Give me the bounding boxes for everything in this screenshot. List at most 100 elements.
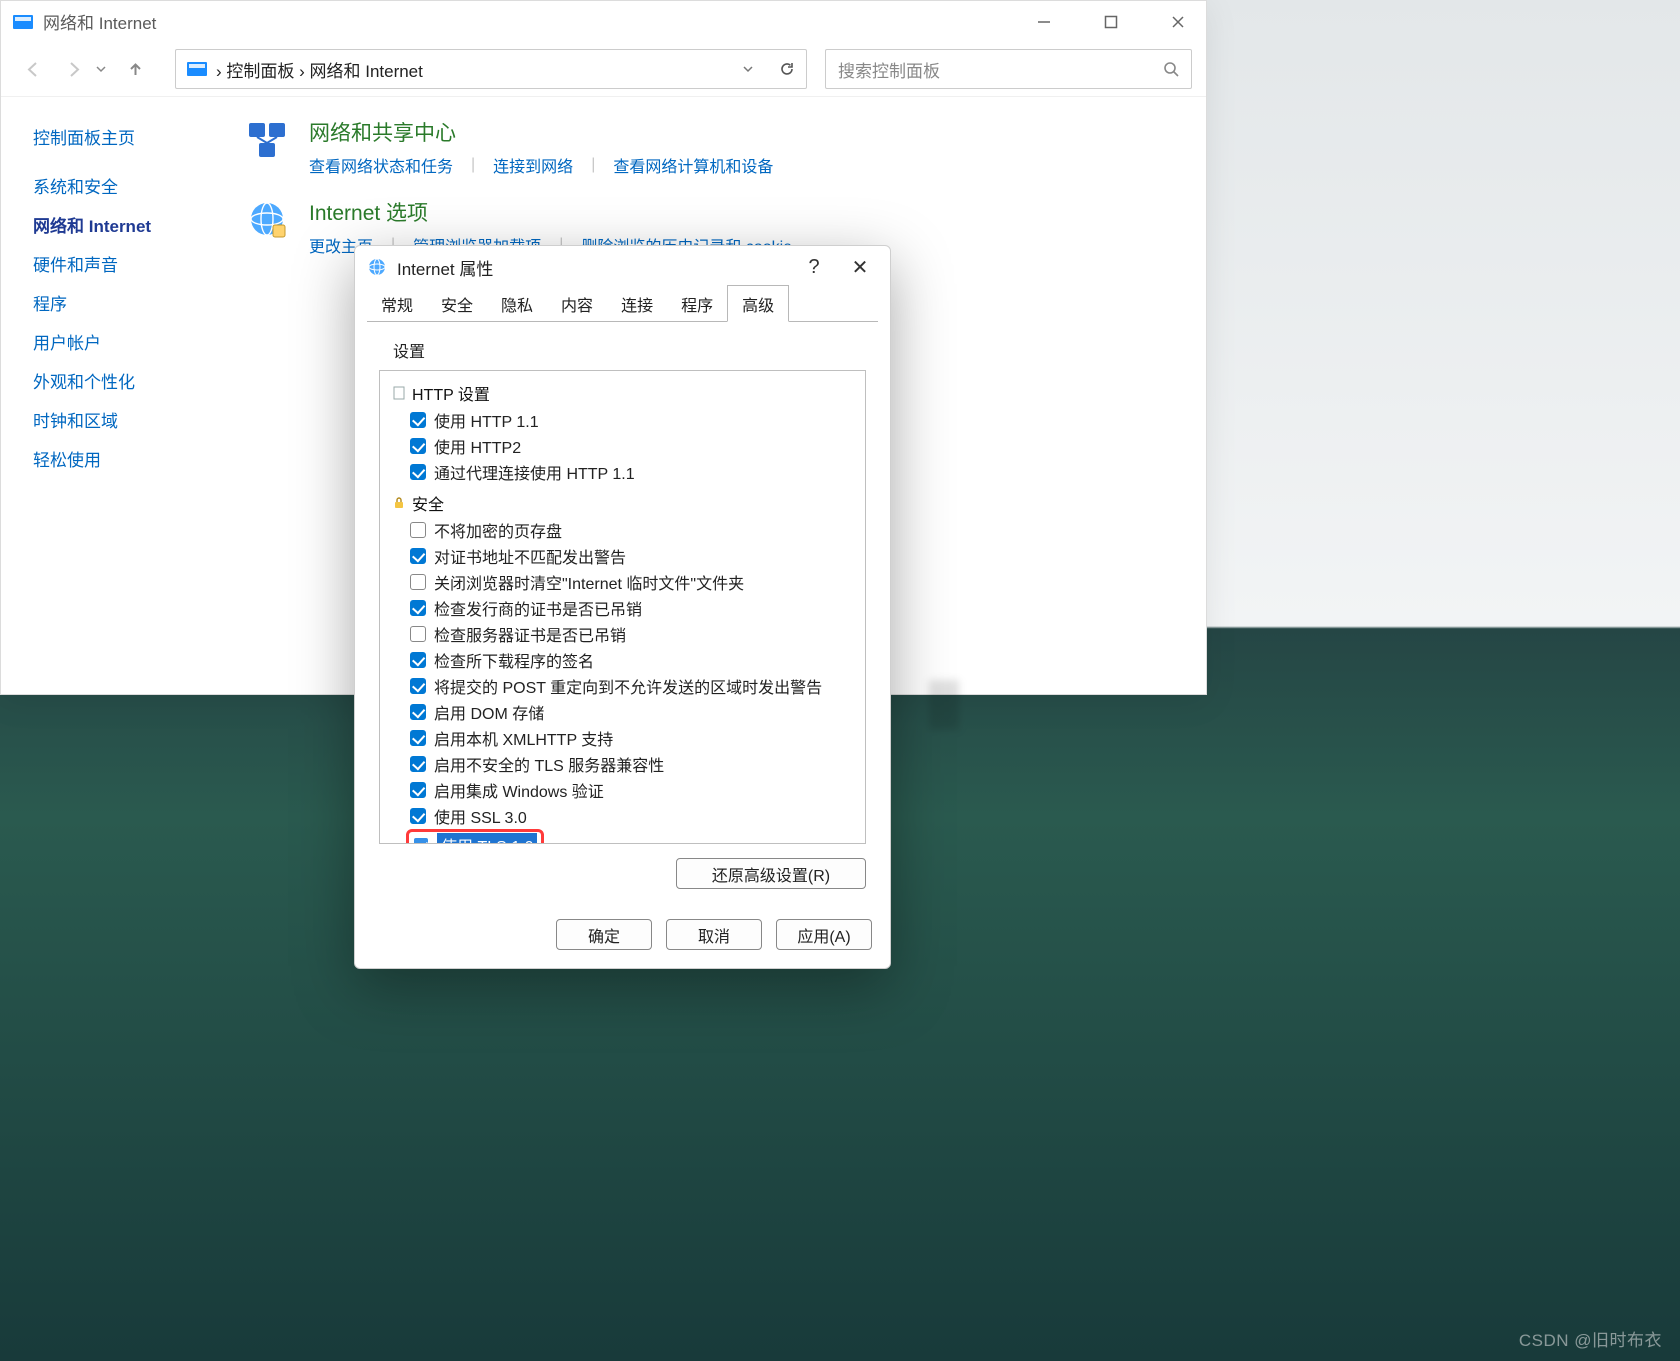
search-input[interactable]: 搜索控制面板 xyxy=(825,49,1192,89)
checkbox[interactable] xyxy=(410,522,426,538)
checkbox-label: 使用 TLS 1.0 xyxy=(437,833,537,843)
sidebar: 控制面板主页系统和安全网络和 Internet硬件和声音程序用户帐户外观和个性化… xyxy=(1,97,221,694)
sidebar-item[interactable]: 控制面板主页 xyxy=(33,117,221,156)
checkbox-label: 检查所下载程序的签名 xyxy=(434,648,594,672)
settings-checkbox-row[interactable]: 不将加密的页存盘 xyxy=(410,517,865,543)
internet-properties-dialog: Internet 属性 ? ✕ 常规安全隐私内容连接程序高级 设置 HTTP 设… xyxy=(354,245,891,969)
settings-checkbox-row[interactable]: 启用本机 XMLHTTP 支持 xyxy=(410,725,865,751)
sidebar-item[interactable]: 程序 xyxy=(33,283,221,322)
settings-checkbox-row[interactable]: 关闭浏览器时清空"Internet 临时文件"文件夹 xyxy=(410,569,865,595)
cancel-button[interactable]: 取消 xyxy=(666,919,762,950)
checkbox-label: 启用不安全的 TLS 服务器兼容性 xyxy=(434,752,664,776)
settings-checkbox-row[interactable]: 启用集成 Windows 验证 xyxy=(410,777,865,803)
dialog-title: Internet 属性 xyxy=(397,255,493,280)
dialog-titlebar: Internet 属性 ? ✕ xyxy=(355,246,890,288)
address-bar[interactable]: › 控制面板 › 网络和 Internet xyxy=(175,49,807,89)
settings-checkbox-row[interactable]: 使用 HTTP 1.1 xyxy=(410,407,865,433)
settings-tree-scroll[interactable]: HTTP 设置使用 HTTP 1.1使用 HTTP2通过代理连接使用 HTTP … xyxy=(380,371,865,843)
checkbox[interactable] xyxy=(410,548,426,564)
sidebar-item[interactable]: 外观和个性化 xyxy=(33,361,221,400)
checkbox[interactable] xyxy=(410,704,426,720)
checkbox-label: 启用 DOM 存储 xyxy=(434,700,544,724)
section-heading[interactable]: 网络和共享中心 xyxy=(309,117,773,147)
internet-options-icon xyxy=(367,257,387,277)
settings-checkbox-row[interactable]: 对证书地址不匹配发出警告 xyxy=(410,543,865,569)
checkbox[interactable] xyxy=(410,438,426,454)
dialog-body: 设置 HTTP 设置使用 HTTP 1.1使用 HTTP2通过代理连接使用 HT… xyxy=(355,322,890,909)
checkbox-label: 使用 HTTP 1.1 xyxy=(434,408,539,432)
settings-checkbox-row[interactable]: 通过代理连接使用 HTTP 1.1 xyxy=(410,459,865,485)
section-link[interactable]: 查看网络状态和任务 xyxy=(309,153,453,177)
dialog-help-button[interactable]: ? xyxy=(796,249,832,285)
checkbox[interactable] xyxy=(410,808,426,824)
settings-checkbox-row[interactable]: 检查发行商的证书是否已吊销 xyxy=(410,595,865,621)
nav-back-button[interactable] xyxy=(15,51,51,87)
sidebar-item[interactable]: 系统和安全 xyxy=(33,166,221,205)
settings-checkbox-row[interactable]: 使用 HTTP2 xyxy=(410,433,865,459)
settings-group-header: HTTP 设置 xyxy=(392,379,865,407)
checkbox[interactable] xyxy=(410,678,426,694)
checkbox[interactable] xyxy=(410,600,426,616)
settings-checkbox-row[interactable]: 将提交的 POST 重定向到不允许发送的区域时发出警告 xyxy=(410,673,865,699)
settings-label: 设置 xyxy=(393,338,866,362)
nav-forward-button[interactable] xyxy=(55,51,91,87)
checkbox[interactable] xyxy=(410,464,426,480)
window-maximize-button[interactable] xyxy=(1082,2,1139,42)
sidebar-item[interactable]: 网络和 Internet xyxy=(33,205,221,244)
section-link[interactable]: 查看网络计算机和设备 xyxy=(613,153,773,177)
sidebar-item[interactable]: 时钟和区域 xyxy=(33,400,221,439)
settings-checkbox-row[interactable]: 检查服务器证书是否已吊销 xyxy=(410,621,865,647)
checkbox-label: 对证书地址不匹配发出警告 xyxy=(434,544,626,568)
window-minimize-button[interactable] xyxy=(1015,2,1072,42)
dialog-tab[interactable]: 隐私 xyxy=(487,286,547,322)
checkbox[interactable] xyxy=(410,782,426,798)
checkbox[interactable] xyxy=(410,626,426,642)
dialog-tab[interactable]: 连接 xyxy=(607,286,667,322)
settings-checkbox-row[interactable]: 启用不安全的 TLS 服务器兼容性 xyxy=(410,751,865,777)
dialog-tab[interactable]: 程序 xyxy=(667,286,727,322)
dialog-tabs: 常规安全隐私内容连接程序高级 xyxy=(355,288,890,322)
nav-history-dropdown[interactable] xyxy=(95,63,113,75)
window-title: 网络和 Internet xyxy=(43,9,156,34)
restore-advanced-button[interactable]: 还原高级设置(R) xyxy=(676,858,866,889)
dialog-tab[interactable]: 安全 xyxy=(427,286,487,322)
checkbox[interactable] xyxy=(410,412,426,428)
sidebar-item[interactable]: 硬件和声音 xyxy=(33,244,221,283)
sidebar-item[interactable]: 用户帐户 xyxy=(33,322,221,361)
settings-checkbox-row[interactable]: 检查所下载程序的签名 xyxy=(410,647,865,673)
nav-up-button[interactable] xyxy=(117,51,153,87)
checkbox[interactable] xyxy=(410,730,426,746)
checkbox-label: 不将加密的页存盘 xyxy=(434,518,562,542)
checkbox-label: 检查服务器证书是否已吊销 xyxy=(434,622,626,646)
section-links: 查看网络状态和任务|连接到网络|查看网络计算机和设备 xyxy=(309,153,773,177)
dialog-tab[interactable]: 高级 xyxy=(727,285,789,322)
address-icon xyxy=(186,59,208,79)
dialog-tab[interactable]: 内容 xyxy=(547,286,607,322)
control-panel-icon xyxy=(13,13,33,31)
advanced-settings-tree: HTTP 设置使用 HTTP 1.1使用 HTTP2通过代理连接使用 HTTP … xyxy=(379,370,866,844)
section-link[interactable]: 连接到网络 xyxy=(493,153,573,177)
dialog-close-button[interactable]: ✕ xyxy=(842,249,878,285)
section-heading[interactable]: Internet 选项 xyxy=(309,197,792,227)
address-dropdown-icon[interactable] xyxy=(742,63,754,75)
titlebar: 网络和 Internet xyxy=(1,1,1206,42)
breadcrumb: › 控制面板 › 网络和 Internet xyxy=(216,57,423,82)
apply-button[interactable]: 应用(A) xyxy=(776,919,872,950)
refresh-icon[interactable] xyxy=(778,60,796,78)
dialog-tab[interactable]: 常规 xyxy=(367,286,427,322)
ok-button[interactable]: 确定 xyxy=(556,919,652,950)
settings-checkbox-row[interactable]: 启用 DOM 存储 xyxy=(410,699,865,725)
settings-checkbox-row[interactable]: 使用 SSL 3.0 xyxy=(410,803,865,829)
checkbox[interactable] xyxy=(410,574,426,590)
settings-checkbox-row[interactable]: 使用 TLS 1.0 xyxy=(406,829,544,843)
checkbox-label: 启用集成 Windows 验证 xyxy=(434,778,604,802)
checkbox-label: 关闭浏览器时清空"Internet 临时文件"文件夹 xyxy=(434,570,744,594)
checkbox[interactable] xyxy=(413,837,429,843)
checkbox[interactable] xyxy=(410,756,426,772)
window-close-button[interactable] xyxy=(1149,2,1206,42)
content-section: 网络和共享中心查看网络状态和任务|连接到网络|查看网络计算机和设备 xyxy=(245,117,1182,177)
checkbox[interactable] xyxy=(410,652,426,668)
sidebar-item[interactable]: 轻松使用 xyxy=(33,439,221,478)
lock-icon xyxy=(392,496,406,510)
checkbox-label: 使用 HTTP2 xyxy=(434,434,521,458)
